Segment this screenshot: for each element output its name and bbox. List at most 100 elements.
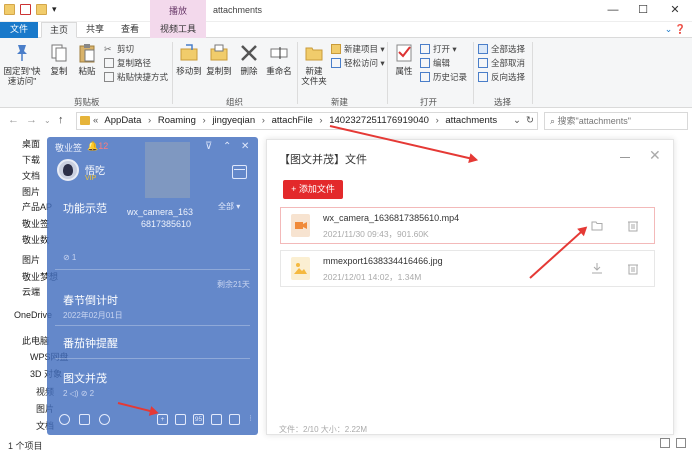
nav-item[interactable]: 图片	[22, 185, 40, 198]
nav-item[interactable]: 敬业数	[22, 233, 49, 246]
copy-path-button[interactable]: 复制路径	[104, 57, 151, 69]
chevron-down-icon[interactable]: ▾	[52, 4, 58, 15]
select-all-button[interactable]: 全部选择	[478, 43, 525, 55]
forward-arrow-icon[interactable]: →	[26, 114, 37, 126]
nav-item-this-pc[interactable]: 此电脑	[22, 334, 49, 347]
nav-item[interactable]: 下载	[22, 153, 40, 166]
checkmark-icon[interactable]	[20, 4, 31, 15]
nav-item[interactable]: 文档	[22, 169, 40, 182]
open-folder-icon[interactable]	[591, 219, 603, 232]
note-attachments-meta[interactable]: 2 ◁) ⊘ 2	[63, 389, 94, 398]
close-button[interactable]: ✕	[660, 2, 690, 20]
crumb-jingyeqian[interactable]: jingyeqian	[212, 115, 255, 126]
tab-home[interactable]: 主页	[41, 22, 77, 38]
close-icon[interactable]: ✕	[649, 147, 661, 164]
avatar[interactable]	[57, 159, 79, 181]
more-icon[interactable]: ⋮	[245, 414, 256, 425]
crumb-attachfile[interactable]: attachFile	[272, 115, 313, 126]
search-icon[interactable]	[99, 414, 110, 425]
tag-icon[interactable]	[211, 414, 222, 425]
folder-icon[interactable]	[36, 4, 47, 15]
notification-badge[interactable]: 🔔12	[87, 141, 108, 152]
invert-selection-label: 反向选择	[491, 72, 526, 82]
image-file-icon	[291, 257, 310, 280]
easy-access-label: 轻松访问 ▾	[344, 58, 385, 68]
tab-video-tools[interactable]: 视频工具	[150, 22, 206, 38]
rename-button[interactable]: 重命名	[264, 42, 294, 76]
nav-item[interactable]: 图片	[22, 253, 40, 266]
nav-item[interactable]: 敬业签	[22, 217, 49, 230]
grid-icon[interactable]	[175, 414, 186, 425]
clock-icon[interactable]	[59, 414, 70, 425]
tab-share[interactable]: 共享	[80, 22, 110, 38]
minimize-button[interactable]: —	[598, 2, 628, 20]
address-bar[interactable]: « AppData › Roaming › jingyeqian › attac…	[76, 112, 538, 130]
paste-shortcut-button[interactable]: 粘贴快捷方式	[104, 71, 168, 83]
new-item-button[interactable]: 新建项目 ▾	[331, 43, 385, 55]
maximize-button[interactable]: ☐	[628, 2, 658, 20]
download-icon[interactable]	[591, 262, 603, 275]
paste-button[interactable]: 粘贴	[74, 42, 100, 76]
open-button[interactable]: 打开 ▾	[420, 43, 457, 55]
overflow-chevron[interactable]: «	[93, 115, 98, 126]
up-arrow-icon[interactable]: ↑	[58, 114, 64, 126]
crumb-separator[interactable]: ›	[436, 115, 439, 126]
properties-button[interactable]: 属性	[391, 42, 417, 76]
note-title[interactable]: 番茄钟提醒	[63, 335, 118, 351]
crumb-separator[interactable]: ›	[203, 115, 206, 126]
copy-to-button[interactable]: 复制到	[205, 42, 233, 76]
crumb-roaming[interactable]: Roaming	[158, 115, 196, 126]
crumb-appdata[interactable]: AppData	[104, 115, 141, 126]
large-icons-view-icon[interactable]	[676, 438, 686, 448]
trash-icon[interactable]	[627, 219, 639, 232]
tab-view[interactable]: 查看	[112, 22, 148, 38]
cut-button[interactable]: ✂ 剪切	[104, 43, 134, 55]
address-dropdown-icon[interactable]: ⌄	[513, 113, 521, 129]
new-group-label: 新建	[331, 97, 349, 107]
calendar-icon[interactable]	[232, 165, 247, 179]
minimize-icon[interactable]	[620, 157, 630, 158]
edit-button[interactable]: 编辑	[420, 57, 450, 69]
note95-icon[interactable]: 95	[193, 414, 204, 425]
crumb-user-id[interactable]: 1402327251176919040	[329, 115, 429, 126]
refresh-icon[interactable]: ↻	[526, 113, 534, 129]
history-button[interactable]: 历史记录	[420, 71, 467, 83]
close-icon[interactable]: ✕	[241, 141, 249, 152]
paste-icon	[79, 44, 95, 63]
file-row[interactable]: wx_camera_1636817385610.mp4 2021/11/30 0…	[280, 207, 655, 244]
crumb-separator[interactable]: ›	[319, 115, 322, 126]
easy-access-button[interactable]: 轻松访问 ▾	[331, 57, 385, 69]
crumb-attachments[interactable]: attachments	[445, 115, 497, 126]
trash-icon[interactable]	[627, 262, 639, 275]
details-view-icon[interactable]	[660, 438, 670, 448]
calendar-icon[interactable]	[79, 414, 90, 425]
note-title-selected[interactable]: 图文并茂	[63, 370, 107, 386]
nav-item[interactable]: 桌面	[22, 137, 40, 150]
copy-button[interactable]: 复制	[46, 42, 72, 76]
back-arrow-icon[interactable]: ←	[8, 114, 19, 126]
pin-icon[interactable]: ⊽	[205, 141, 212, 152]
copy-to-icon	[210, 44, 228, 61]
new-folder-button[interactable]: 新建 文件夹	[300, 42, 328, 86]
invert-selection-button[interactable]: 反向选择	[478, 71, 525, 83]
add-icon[interactable]: +	[157, 414, 168, 425]
nav-item[interactable]: 云端	[22, 285, 40, 298]
recent-chevron-icon[interactable]: ⌄	[44, 116, 51, 125]
help-icon[interactable]: ⌄ ❓	[665, 24, 686, 35]
search-box[interactable]: ⌕ 搜索"attachments"	[544, 112, 688, 130]
collapse-icon[interactable]: ⌃	[223, 141, 231, 152]
tab-file[interactable]: 文件	[0, 22, 38, 38]
attachments-dialog: 【图文并茂】文件 ✕ + 添加文件 wx_camera_163681738561…	[266, 139, 674, 435]
note-title[interactable]: 功能示范	[63, 200, 107, 216]
add-file-button[interactable]: + 添加文件	[283, 180, 343, 199]
note-title[interactable]: 春节倒计时	[63, 292, 118, 308]
select-none-button[interactable]: 全部取消	[478, 57, 525, 69]
filter-dropdown[interactable]: 全部 ▾	[218, 201, 240, 212]
move-to-button[interactable]: 移动到	[175, 42, 203, 76]
list-icon[interactable]	[229, 414, 240, 425]
file-row[interactable]: mmexport1638334416466.jpg 2021/12/01 14:…	[280, 250, 655, 287]
crumb-separator[interactable]: ›	[262, 115, 265, 126]
crumb-separator[interactable]: ›	[148, 115, 151, 126]
delete-button[interactable]: 删除	[237, 42, 261, 76]
pin-quick-access-button[interactable]: 固定到"快速访问"	[2, 42, 42, 86]
